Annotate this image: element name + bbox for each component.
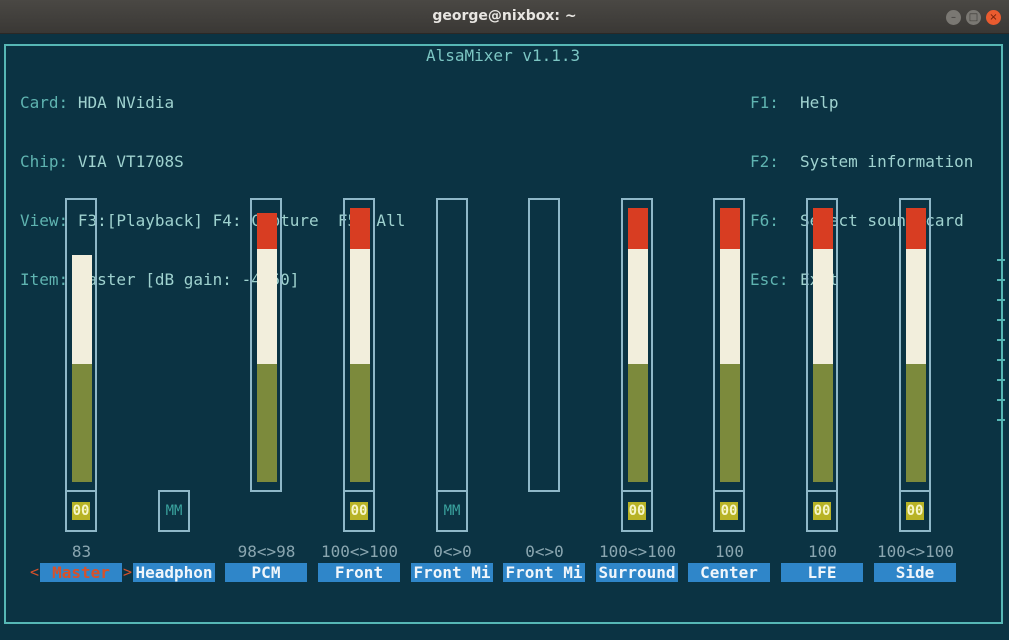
unmuted-indicator: 00 — [720, 502, 738, 520]
volume-slider[interactable] — [806, 198, 838, 492]
volume-slider[interactable] — [250, 198, 282, 492]
unmuted-indicator: 00 — [906, 502, 924, 520]
channel-value: 100 — [808, 542, 837, 561]
level-mid-segment — [906, 249, 926, 365]
channel-name[interactable]: Master — [40, 563, 122, 582]
volume-slider[interactable] — [436, 198, 468, 492]
scroll-indicator[interactable] — [997, 259, 1005, 459]
level-mid-segment — [350, 249, 370, 365]
mute-toggle[interactable]: 00 — [899, 490, 931, 532]
help-key: F1: — [750, 93, 779, 113]
scroll-tick — [997, 399, 1005, 401]
maximize-icon: □ — [968, 12, 979, 23]
close-icon: × — [989, 12, 998, 23]
help-keys: F1: Help F2: System information F6: Select … — [750, 54, 973, 328]
level-low-segment — [720, 364, 740, 482]
volume-slider[interactable] — [621, 198, 653, 492]
terminal[interactable]: AlsaMixer v1.1.3 Card: HDA NVidia Chip: … — [0, 34, 1009, 640]
channel-name[interactable]: Front Mi — [503, 563, 585, 582]
mute-toggle[interactable]: 00 — [806, 490, 838, 532]
level-mid-segment — [813, 249, 833, 365]
mute-toggle[interactable]: 00 — [621, 490, 653, 532]
level-high-segment — [906, 208, 926, 250]
level-high-segment — [257, 213, 277, 250]
scroll-tick — [997, 319, 1005, 321]
scroll-tick — [997, 379, 1005, 381]
close-button[interactable]: × — [986, 10, 1001, 25]
level-high-segment — [813, 208, 833, 250]
view-label: View: — [20, 210, 69, 230]
channel-value: 100<>100 — [876, 542, 955, 561]
channel-name[interactable]: Surround — [596, 563, 678, 582]
channel-value: 0<>0 — [525, 542, 564, 561]
volume-slider[interactable] — [528, 198, 560, 492]
scroll-tick — [997, 419, 1005, 421]
level-mid-segment — [720, 249, 740, 365]
channel-value: 83 — [71, 542, 92, 561]
chip-label: Chip: — [20, 151, 69, 171]
volume-slider[interactable] — [899, 198, 931, 492]
channel-name[interactable]: PCM — [225, 563, 307, 582]
channel-value: 0<>0 — [433, 542, 472, 561]
level-low-segment — [72, 364, 92, 482]
mute-toggle[interactable]: 00 — [343, 490, 375, 532]
volume-slider[interactable] — [343, 198, 375, 492]
mute-toggle[interactable]: 00 — [65, 490, 97, 532]
mute-toggle[interactable]: 00 — [713, 490, 745, 532]
selection-arrow-right: > — [123, 563, 133, 581]
unmuted-indicator: 00 — [628, 502, 646, 520]
help-key: F2: — [750, 151, 779, 171]
unmuted-indicator: 00 — [350, 502, 368, 520]
scroll-tick — [997, 259, 1005, 261]
card-value: HDA NVidia — [77, 93, 175, 113]
level-mid-segment — [72, 254, 92, 365]
channel-name[interactable]: Front Mi — [411, 563, 493, 582]
unmuted-indicator: 00 — [813, 502, 831, 520]
channel-value: 98<>98 — [237, 542, 296, 561]
level-mid-segment — [257, 249, 277, 365]
level-mid-segment — [628, 249, 648, 365]
scroll-tick — [997, 359, 1005, 361]
help-text: Help — [800, 93, 839, 113]
channel-name[interactable]: Front — [318, 563, 400, 582]
level-low-segment — [628, 364, 648, 482]
channel-name[interactable]: Headphon — [133, 563, 215, 582]
level-low-segment — [350, 364, 370, 482]
mute-toggle[interactable]: MM — [158, 490, 190, 532]
help-key: Esc: — [750, 269, 789, 289]
card-label: Card: — [20, 93, 69, 113]
level-high-segment — [628, 208, 648, 250]
channel-name[interactable]: LFE — [781, 563, 863, 582]
maximize-button[interactable]: □ — [966, 10, 981, 25]
channel-value: 100 — [715, 542, 744, 561]
window-titlebar[interactable]: george@nixbox: ~ – □ × — [0, 0, 1009, 34]
scroll-tick — [997, 279, 1005, 281]
channel-name[interactable]: Side — [874, 563, 956, 582]
chip-value: VIA VT1708S — [77, 151, 184, 171]
level-high-segment — [720, 208, 740, 250]
volume-slider[interactable] — [713, 198, 745, 492]
level-low-segment — [813, 364, 833, 482]
channel-value: 100<>100 — [320, 542, 399, 561]
help-key: F6: — [750, 210, 779, 230]
app-title: AlsaMixer v1.1.3 — [418, 46, 589, 66]
scroll-tick — [997, 339, 1005, 341]
level-low-segment — [906, 364, 926, 482]
volume-slider[interactable] — [65, 198, 97, 492]
selection-arrow-left: < — [30, 563, 40, 581]
channel-name[interactable]: Center — [688, 563, 770, 582]
minimize-button[interactable]: – — [946, 10, 961, 25]
channel-value: 100<>100 — [598, 542, 677, 561]
muted-indicator: MM — [165, 503, 183, 519]
item-label: Item: — [20, 269, 69, 289]
unmuted-indicator: 00 — [72, 502, 90, 520]
mute-toggle[interactable]: MM — [436, 490, 468, 532]
help-text: System information — [800, 151, 974, 171]
scroll-tick — [997, 299, 1005, 301]
level-low-segment — [257, 364, 277, 482]
muted-indicator: MM — [443, 503, 461, 519]
window-title: george@nixbox: ~ — [432, 8, 577, 24]
level-high-segment — [350, 208, 370, 250]
minimize-icon: – — [951, 12, 956, 23]
